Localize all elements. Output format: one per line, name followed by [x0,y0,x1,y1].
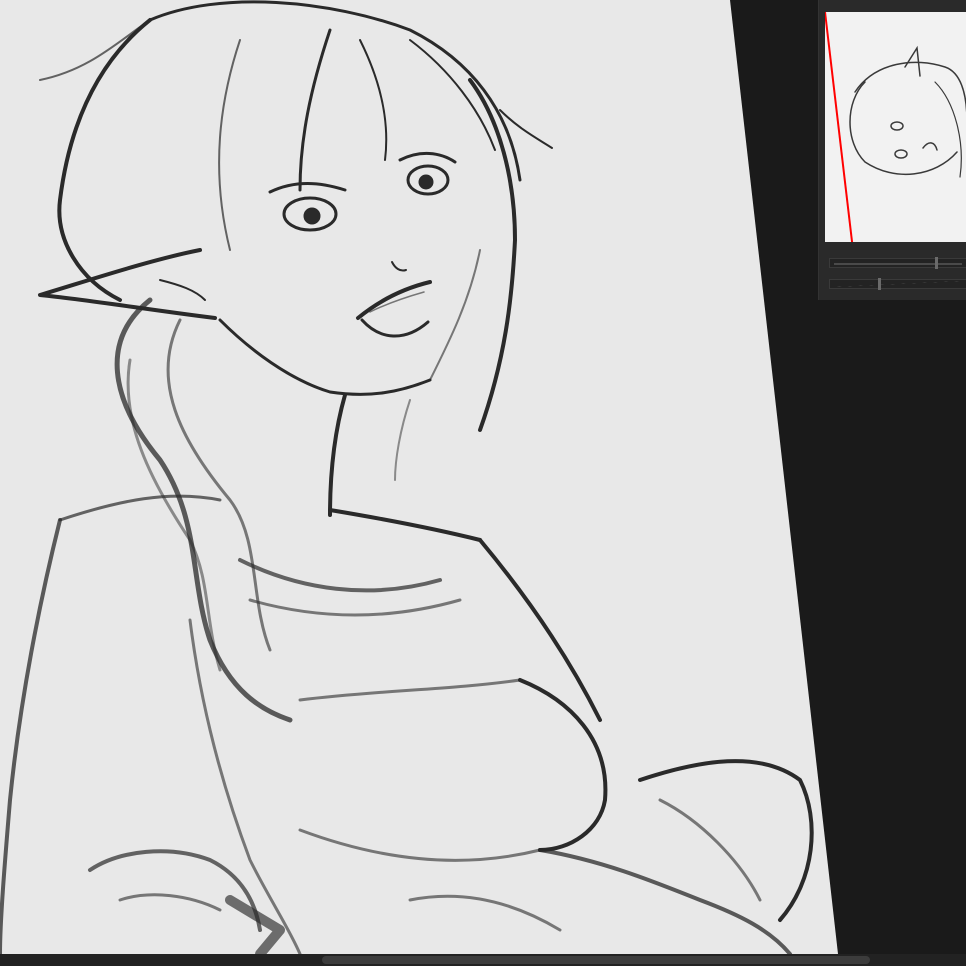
right-pupil [418,174,434,190]
preview-eye-left [890,121,904,131]
view-rotation-indicator [825,12,854,242]
rotate-slider-track [834,263,962,265]
rotate-slider[interactable]: rotate-slider-icon [829,257,966,269]
horizontal-scroll-thumb[interactable] [322,956,870,964]
navigator-preview-image [825,12,966,242]
paper-sheet[interactable] [0,0,838,954]
zoom-slider-ramp [834,281,962,287]
rotate-slider-handle[interactable] [935,257,938,269]
preview-hair-right [934,81,962,178]
preview-mouth [922,142,938,151]
drawing-app-window: rotate-slider-icon zoom-slider-icon [0,0,966,966]
left-pupil [303,207,321,225]
preview-hair [854,61,966,113]
preview-eye-right [894,149,908,159]
navigator-panel: rotate-slider-icon zoom-slider-icon [818,0,966,300]
zoom-slider-handle[interactable] [878,278,881,290]
navigator-preview[interactable] [825,12,966,242]
horizontal-scrollbar[interactable] [0,954,966,966]
zoom-slider[interactable]: zoom-slider-icon [829,278,966,290]
preview-head [849,81,958,175]
